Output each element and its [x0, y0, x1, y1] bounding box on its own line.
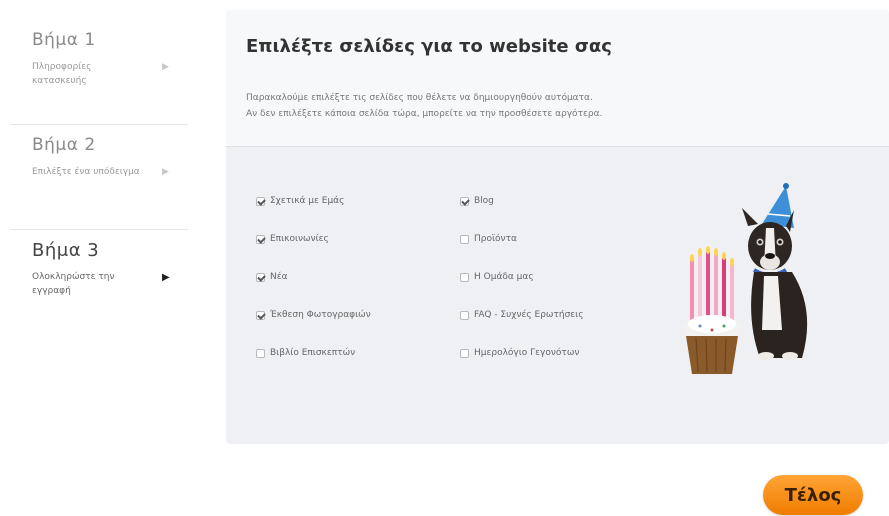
panel-description: Παρακαλούμε επιλέξτε τις σελίδες που θέλ… — [246, 90, 686, 122]
step-title: Βήμα 1 — [32, 30, 96, 50]
step-subtitle: Ολοκληρώστε την εγγραφή — [32, 272, 115, 296]
option-label: Η Ομάδα μας — [474, 272, 534, 282]
step-title: Βήμα 2 — [32, 135, 96, 155]
option-events-calendar[interactable]: Ημερολόγιο Γεγονότων — [460, 348, 579, 358]
option-label: Βιβλίο Επισκεπτών — [270, 348, 356, 358]
panel-header: Επιλέξτε σελίδες για το website σας Παρα… — [226, 10, 889, 147]
option-photo-gallery[interactable]: Έκθεση Φωτογραφιών — [256, 310, 371, 320]
option-label: Ημερολόγιο Γεγονότων — [474, 348, 580, 358]
option-faq[interactable]: FAQ - Συχνές Ερωτήσεις — [460, 310, 584, 320]
option-label: Προϊόντα — [474, 234, 517, 244]
option-label: Νέα — [270, 272, 288, 282]
option-label: FAQ - Συχνές Ερωτήσεις — [474, 310, 584, 320]
step-3[interactable]: Βήμα 3 Ολοκληρώστε την εγγραφή ▶ — [10, 230, 188, 334]
steps-sidebar: Βήμα 1 Πληροφορίες κατασκευής ▶ Βήμα 2 Ε… — [10, 20, 188, 334]
description-line: Αν δεν επιλέξετε κάποια σελίδα τώρα, μπο… — [246, 109, 603, 119]
play-arrow-icon: ▶ — [162, 62, 169, 72]
step-1[interactable]: Βήμα 1 Πληροφορίες κατασκευής ▶ — [10, 20, 188, 125]
checkbox[interactable] — [460, 196, 469, 206]
option-blog[interactable]: Blog — [460, 196, 494, 206]
step-subtitle: Επιλέξτε ένα υπόδειγμα — [32, 167, 140, 177]
signup-wizard: Βήμα 1 Πληροφορίες κατασκευής ▶ Βήμα 2 Ε… — [0, 0, 889, 516]
page-title: Επιλέξτε σελίδες για το website σας — [246, 36, 612, 57]
checkbox[interactable] — [460, 310, 469, 320]
checkbox[interactable] — [460, 348, 469, 358]
option-products[interactable]: Προϊόντα — [460, 234, 517, 244]
option-guestbook[interactable]: Βιβλίο Επισκεπτών — [256, 348, 355, 358]
checkbox[interactable] — [256, 272, 265, 282]
option-label: Blog — [474, 196, 494, 206]
play-arrow-icon: ▶ — [162, 167, 169, 177]
step-2[interactable]: Βήμα 2 Επιλέξτε ένα υπόδειγμα ▶ — [10, 125, 188, 230]
checkbox[interactable] — [460, 272, 469, 282]
checkbox[interactable] — [256, 310, 265, 320]
dog-party-illustration — [682, 183, 808, 374]
option-our-team[interactable]: Η Ομάδα μας — [460, 272, 534, 282]
option-label: Σχετικά με Εμάς — [270, 196, 345, 206]
checkbox[interactable] — [256, 196, 265, 206]
option-about-us[interactable]: Σχετικά με Εμάς — [256, 196, 344, 206]
step-subtitle: Πληροφορίες κατασκευής — [32, 62, 92, 86]
option-label: Επικοινωνίες — [270, 234, 329, 244]
play-arrow-icon: ▶ — [162, 272, 170, 283]
checkbox[interactable] — [460, 234, 469, 244]
option-news[interactable]: Νέα — [256, 272, 288, 282]
candles — [690, 246, 734, 322]
step-title: Βήμα 3 — [32, 240, 100, 261]
checkbox[interactable] — [256, 234, 265, 244]
description-line: Παρακαλούμε επιλέξτε τις σελίδες που θέλ… — [246, 93, 593, 103]
cupcake-base — [686, 336, 738, 374]
option-label: Έκθεση Φωτογραφιών — [270, 310, 371, 320]
option-contact[interactable]: Επικοινωνίες — [256, 234, 329, 244]
checkbox[interactable] — [256, 348, 265, 358]
finish-button[interactable]: Τέλος — [763, 475, 863, 515]
